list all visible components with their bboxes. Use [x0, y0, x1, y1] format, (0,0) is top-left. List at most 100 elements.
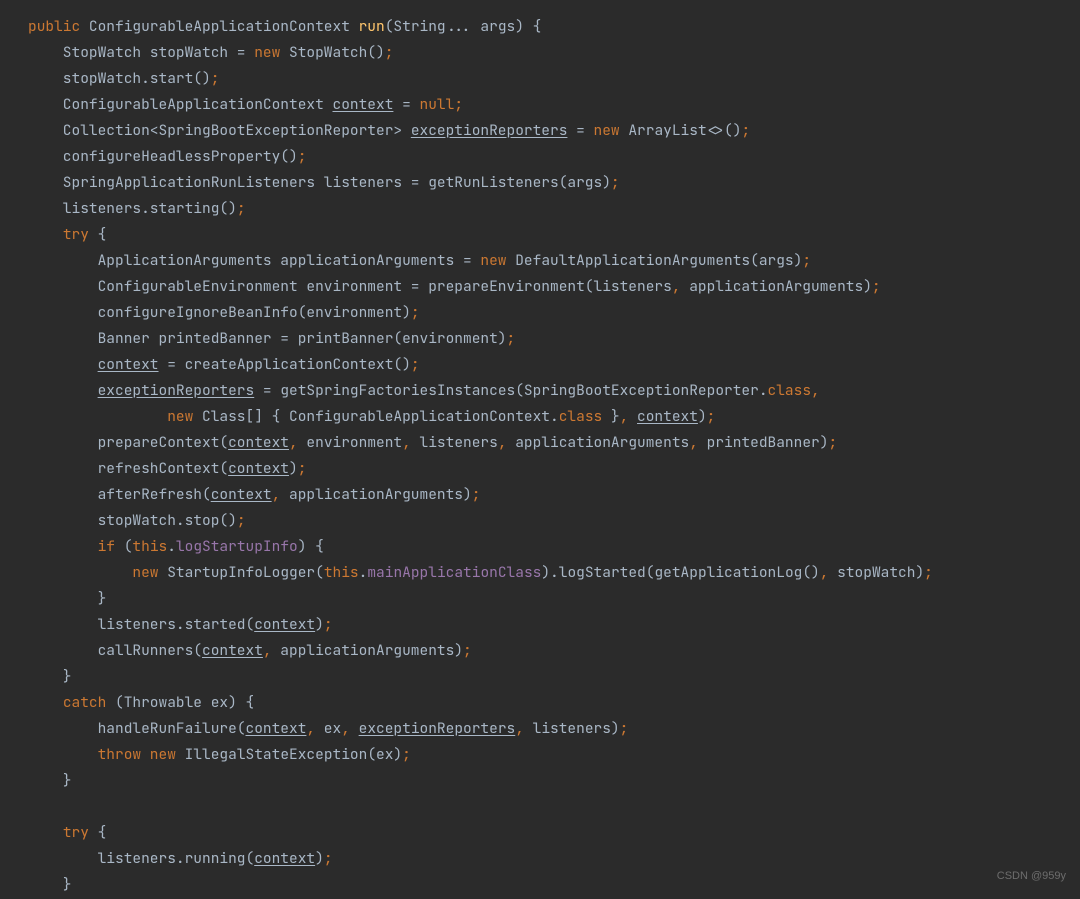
code-token: context: [228, 433, 289, 452]
code-token: [350, 719, 359, 738]
code-token: ApplicationArguments applicationArgument…: [28, 251, 480, 270]
code-token: {: [89, 823, 106, 842]
code-line[interactable]: configureIgnoreBeanInfo(environment);: [28, 303, 420, 322]
code-token: public: [28, 17, 80, 36]
code-line[interactable]: ConfigurableEnvironment environment = pr…: [28, 277, 881, 296]
code-line[interactable]: configureHeadlessProperty();: [28, 147, 306, 166]
code-token: callRunners(: [28, 641, 202, 660]
code-token: ex: [315, 719, 341, 738]
code-token: listeners: [411, 433, 498, 452]
code-line[interactable]: stopWatch.start();: [28, 69, 219, 88]
code-token: this: [324, 563, 359, 582]
code-token: context: [228, 459, 289, 478]
code-token: Class[] { ConfigurableApplicationContext…: [193, 407, 558, 426]
code-line[interactable]: if (this.logStartupInfo) {: [28, 537, 324, 556]
code-token: Banner printedBanner = printBanner(envir…: [28, 329, 507, 348]
code-line[interactable]: public ConfigurableApplicationContext ru…: [28, 17, 541, 36]
code-line[interactable]: throw new IllegalStateException(ex);: [28, 745, 411, 764]
code-line[interactable]: stopWatch.stop();: [28, 511, 246, 530]
code-token: (Throwable ex) {: [106, 693, 254, 712]
code-line[interactable]: context = createApplicationContext();: [28, 355, 420, 374]
code-token: SpringApplicationRunListeners listeners …: [28, 173, 611, 192]
code-line[interactable]: listeners.running(context);: [28, 849, 333, 868]
code-line[interactable]: StopWatch stopWatch = new StopWatch();: [28, 43, 393, 62]
code-token: ,: [811, 381, 820, 400]
code-token: {: [89, 225, 106, 244]
code-line[interactable]: }: [28, 667, 72, 686]
code-token: afterRefresh(: [28, 485, 211, 504]
code-line[interactable]: listeners.starting();: [28, 199, 246, 218]
code-token: ;: [463, 641, 472, 660]
code-token: ;: [411, 355, 420, 374]
code-token: ;: [298, 459, 307, 478]
code-token: [28, 381, 98, 400]
code-token: catch: [63, 693, 107, 712]
code-token: refreshContext(: [28, 459, 228, 478]
code-line[interactable]: Banner printedBanner = printBanner(envir…: [28, 329, 515, 348]
code-token: exceptionReporters: [359, 719, 516, 738]
code-line[interactable]: }: [28, 875, 72, 894]
code-token: }: [28, 875, 72, 894]
code-line[interactable]: new StartupInfoLogger(this.mainApplicati…: [28, 563, 933, 582]
code-token: ,: [402, 433, 411, 452]
code-line[interactable]: handleRunFailure(context, ex, exceptionR…: [28, 719, 628, 738]
code-token: }: [28, 771, 72, 790]
code-line[interactable]: prepareContext(context, environment, lis…: [28, 433, 837, 452]
code-token: StartupInfoLogger(: [159, 563, 324, 582]
code-token: .: [167, 537, 176, 556]
code-line[interactable]: }: [28, 589, 106, 608]
code-token: [28, 745, 98, 764]
code-token: configureHeadlessProperty(): [28, 147, 298, 166]
code-token: ,: [341, 719, 350, 738]
code-token: ,: [272, 485, 281, 504]
code-token: StopWatch stopWatch =: [28, 43, 254, 62]
code-token: listeners.starting(): [28, 199, 237, 218]
code-token: class: [559, 407, 603, 426]
code-token: [28, 355, 98, 374]
code-token: ;: [472, 485, 481, 504]
code-line[interactable]: afterRefresh(context, applicationArgumen…: [28, 485, 480, 504]
code-token: ): [289, 459, 298, 478]
code-token: applicationArguments): [272, 641, 463, 660]
code-token: (: [115, 537, 132, 556]
code-token: = getSpringFactoriesInstances(SpringBoot…: [254, 381, 767, 400]
code-token: ,: [263, 641, 272, 660]
code-token: ;: [237, 511, 246, 530]
code-line[interactable]: catch (Throwable ex) {: [28, 693, 254, 712]
code-line[interactable]: ConfigurableApplicationContext context =…: [28, 95, 463, 114]
code-token: ;: [411, 303, 420, 322]
code-line[interactable]: }: [28, 771, 72, 790]
code-token: = createApplicationContext(): [159, 355, 411, 374]
code-token: ;: [298, 147, 307, 166]
code-line[interactable]: SpringApplicationRunListeners listeners …: [28, 173, 620, 192]
code-line[interactable]: try {: [28, 823, 106, 842]
code-token: context: [246, 719, 307, 738]
code-token: new: [594, 121, 620, 140]
code-line[interactable]: refreshContext(context);: [28, 459, 306, 478]
code-token: handleRunFailure(: [28, 719, 246, 738]
code-token: stopWatch): [828, 563, 924, 582]
code-token: (String... args) {: [385, 17, 542, 36]
code-line[interactable]: listeners.started(context);: [28, 615, 333, 634]
code-token: ;: [211, 69, 220, 88]
code-token: [28, 823, 63, 842]
code-token: ;: [324, 615, 333, 634]
code-token: stopWatch.stop(): [28, 511, 237, 530]
code-line[interactable]: callRunners(context, applicationArgument…: [28, 641, 472, 660]
code-token: ): [315, 615, 324, 634]
code-token: [28, 537, 98, 556]
code-line[interactable]: ApplicationArguments applicationArgument…: [28, 251, 811, 270]
code-token: ;: [741, 121, 750, 140]
code-editor[interactable]: public ConfigurableApplicationContext ru…: [0, 14, 1080, 898]
code-line[interactable]: new Class[] { ConfigurableApplicationCon…: [28, 407, 715, 426]
code-token: ;: [237, 199, 246, 218]
code-token: ;: [385, 43, 394, 62]
code-token: context: [254, 849, 315, 868]
code-line[interactable]: try {: [28, 225, 106, 244]
code-token: ;: [802, 251, 811, 270]
code-token: applicationArguments): [280, 485, 471, 504]
code-token: context: [211, 485, 272, 504]
code-token: listeners.running(: [28, 849, 254, 868]
code-line[interactable]: Collection<SpringBootExceptionReporter> …: [28, 121, 750, 140]
code-line[interactable]: exceptionReporters = getSpringFactoriesI…: [28, 381, 820, 400]
